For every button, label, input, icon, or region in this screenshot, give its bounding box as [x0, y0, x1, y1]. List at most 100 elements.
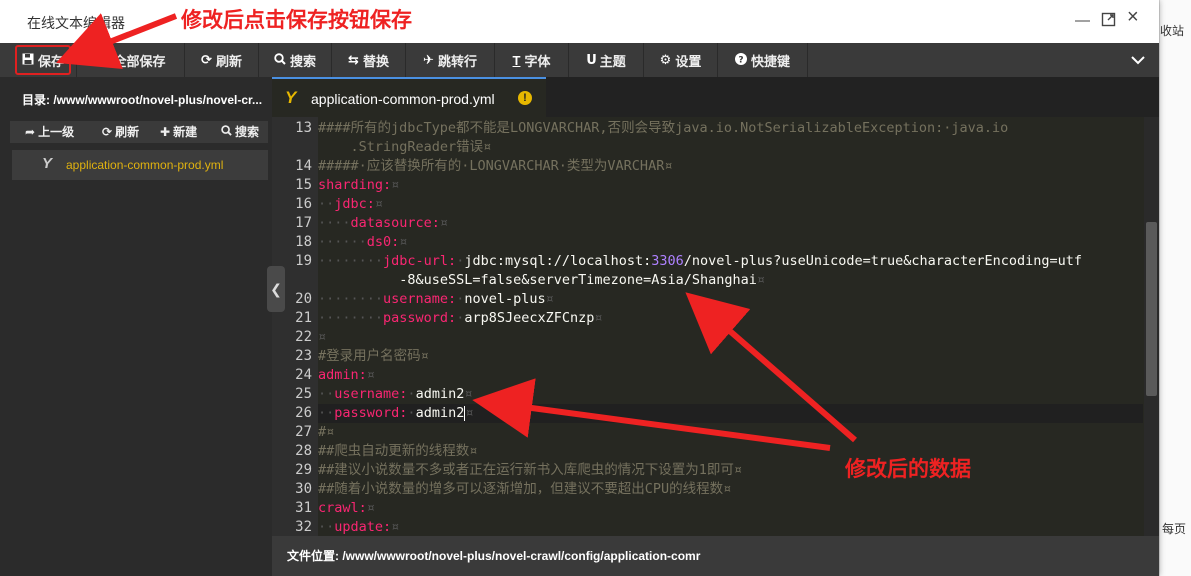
window-title: 在线文本编辑器 [27, 15, 125, 31]
code-editor[interactable]: Y application-common-prod.yml ! 13 14 15 16… [272, 77, 1159, 536]
line-number-gutter: 13 14 15 16 17 18 19 20 21 22 23 24 25 26 27 28 29 30 31 32 [272, 117, 318, 536]
tab-file[interactable]: Y application-common-prod.yml ! [272, 77, 546, 117]
code-line[interactable]: ··username:·admin2¤ [318, 385, 1143, 404]
annotation-modified-data: 修改后的数据 [845, 457, 971, 481]
replace-label: 替换 [362, 53, 389, 69]
background-text: 每页 [1162, 522, 1187, 536]
settings-label: 设置 [675, 53, 702, 69]
minimize-icon[interactable]: — [1075, 12, 1090, 30]
up-level-button[interactable]: ➦ 上一级 [25, 121, 74, 143]
refresh-label: 刷新 [215, 53, 242, 69]
tab-bar: Y application-common-prod.yml ! [272, 77, 1159, 117]
search-button[interactable]: 搜索 [259, 43, 332, 77]
file-name: application-common-prod.yml [66, 158, 224, 172]
window-titlebar: 在线文本编辑器 — × [0, 0, 1159, 44]
search-icon [274, 52, 286, 68]
line-number: 29 [295, 462, 312, 478]
up-level-label: 上一级 [38, 125, 75, 139]
scrollbar-thumb[interactable] [1146, 222, 1157, 396]
line-number: 31 [295, 500, 312, 516]
code-line[interactable]: #¤ [318, 423, 1143, 442]
search-icon [221, 121, 232, 143]
code-line[interactable]: ##随着小说数量的增多可以逐渐增加，但建议不要超出CPU的线程数¤ [318, 480, 1143, 499]
code-line[interactable]: #登录用户名密码¤ [318, 347, 1143, 366]
toolbar: 保存 全部保存 ⟳ 刷新 搜索 ⇆ 替换 ✈ 跳转行 T 字体 Ս 主题 ⚙ 设… [0, 43, 1159, 78]
refresh-icon: ⟳ [201, 52, 212, 67]
background-right-panel: 收站 每页 [1159, 0, 1191, 576]
line-number: 17 [295, 215, 312, 231]
line-number: 27 [295, 424, 312, 440]
code-line[interactable]: .StringReader错误¤ [318, 138, 1143, 157]
code-line[interactable]: ······ds0:¤ [318, 233, 1143, 252]
new-label: 新建 [173, 125, 198, 139]
arrow-up-icon: ➦ [25, 125, 36, 139]
svg-text:?: ? [738, 55, 743, 65]
sidebar-search-label: 搜索 [235, 125, 260, 139]
code-line[interactable]: crawl:¤ [318, 499, 1143, 518]
code-line[interactable]: sharding:¤ [318, 176, 1143, 195]
line-number: 28 [295, 443, 312, 459]
file-list-item[interactable]: Y application-common-prod.yml [12, 150, 268, 180]
save-highlight-box [15, 45, 71, 75]
line-number: 25 [295, 386, 312, 402]
status-bar: 文件位置: /www/wwwroot/novel-plus/novel-craw… [272, 536, 1159, 576]
annotation-save-hint: 修改后点击保存按钮保存 [181, 8, 412, 32]
code-area[interactable]: ####所有的jdbcType都不能是LONGVARCHAR,否则会导致java… [318, 117, 1143, 536]
close-icon[interactable]: × [1127, 7, 1139, 27]
code-line[interactable]: ····datasource:¤ [318, 214, 1143, 233]
maximize-icon[interactable] [1101, 12, 1116, 32]
sidebar-search-button[interactable]: 搜索 [221, 121, 259, 143]
code-line[interactable]: #####·应该替换所有的·LONGVARCHAR·类型为VARCHAR¤ [318, 157, 1143, 176]
yaml-file-icon: Y [285, 88, 297, 107]
yaml-file-icon: Y [42, 155, 53, 172]
line-number: 26 [295, 405, 312, 421]
chevron-down-icon[interactable] [1117, 43, 1159, 77]
line-number: 14 [295, 158, 312, 174]
code-line[interactable]: -8&useSSL=false&serverTimezone=Asia/Shan… [318, 271, 1143, 290]
line-number: 30 [295, 481, 312, 497]
font-button[interactable]: T 字体 [495, 43, 569, 77]
goto-label: 跳转行 [437, 53, 477, 69]
code-line[interactable]: ········password:·arp8SJeecxZFCnzp¤ [318, 309, 1143, 328]
code-line[interactable]: ········username:·novel-plus¤ [318, 290, 1143, 309]
background-text: 收站 [1160, 24, 1185, 38]
goto-line-button[interactable]: ✈ 跳转行 [406, 43, 495, 77]
code-line[interactable]: admin:¤ [318, 366, 1143, 385]
sidebar-refresh-button[interactable]: ⟳ 刷新 [102, 121, 139, 143]
save-all-icon [95, 52, 109, 68]
code-line[interactable]: ##建议小说数量不多或者正在运行新书入库爬虫的情况下设置为1即可¤ [318, 461, 1143, 480]
replace-icon: ⇆ [348, 52, 359, 67]
sidebar-toolbar: ➦ 上一级 ⟳ 刷新 ✚ 新建 搜索 [10, 121, 268, 143]
code-line[interactable]: ··password:·admin2¤ [318, 404, 1143, 423]
refresh-button[interactable]: ⟳ 刷新 [185, 43, 259, 77]
help-icon: ? [734, 52, 747, 68]
code-line[interactable]: ##爬虫自动更新的线程数¤ [318, 442, 1143, 461]
line-number: 23 [295, 348, 312, 364]
code-line[interactable]: ··update:¤ [318, 518, 1143, 536]
line-number: 24 [295, 367, 312, 383]
code-line[interactable]: ··jdbc:¤ [318, 195, 1143, 214]
line-number: 22 [295, 329, 312, 345]
code-line[interactable]: ####所有的jdbcType都不能是LONGVARCHAR,否则会导致java… [318, 119, 1143, 138]
file-location: 文件位置: /www/wwwroot/novel-plus/novel-craw… [287, 549, 701, 563]
theme-icon: Ս [586, 52, 596, 67]
replace-button[interactable]: ⇆ 替换 [332, 43, 406, 77]
shortcuts-button[interactable]: ? 快捷键 [718, 43, 808, 77]
code-line[interactable]: ········jdbc-url:·jdbc:mysql://localhost… [318, 252, 1143, 271]
line-number: 18 [295, 234, 312, 250]
directory-path: 目录: /www/wwwroot/novel-plus/novel-cr... [22, 93, 262, 107]
save-all-button[interactable]: 全部保存 [77, 43, 185, 77]
sidebar-refresh-label: 刷新 [115, 125, 140, 139]
theme-button[interactable]: Ս 主题 [569, 43, 644, 77]
collapse-sidebar-button[interactable]: ❮ [267, 266, 285, 312]
line-number: 15 [295, 177, 312, 193]
font-label: 字体 [524, 53, 551, 69]
code-line[interactable]: ¤ [318, 328, 1143, 347]
new-button[interactable]: ✚ 新建 [160, 121, 197, 143]
file-sidebar: 目录: /www/wwwroot/novel-plus/novel-cr... … [0, 77, 272, 576]
gear-icon: ⚙ [659, 52, 672, 67]
line-number: 32 [295, 519, 312, 535]
plus-icon: ✚ [160, 125, 171, 139]
line-number: 13 [295, 120, 312, 136]
settings-button[interactable]: ⚙ 设置 [644, 43, 718, 77]
